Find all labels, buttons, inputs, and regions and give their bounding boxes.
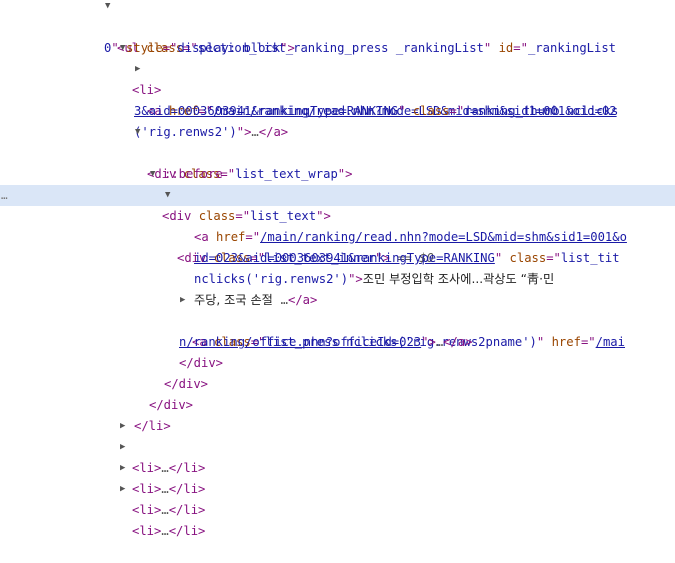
collapsed-arrow-icon[interactable]: ▶ <box>135 59 140 80</box>
dom-node-a-list-tit[interactable]: <a href="/main/ranking/read.nhn?mode=LSD… <box>0 206 675 244</box>
node-text: <li>…</li> <box>132 500 205 521</box>
tag-text: <li> <box>132 524 162 538</box>
dom-node-li-open[interactable]: ▼ <li> <box>0 38 675 97</box>
tag-text: </li> <box>168 524 206 538</box>
expanded-arrow-icon[interactable]: ▼ <box>120 38 125 59</box>
dom-node-ul-open[interactable]: ▼ <ul class="section_list_ranking_press … <box>0 0 675 55</box>
ellipsis: … <box>161 524 169 538</box>
dom-node-li-collapsed[interactable]: ▶ <li>…</li> <box>0 479 675 538</box>
dom-node-li-collapsed[interactable]: ▶ <li>…</li> <box>0 458 675 517</box>
collapsed-arrow-icon[interactable]: ▶ <box>120 416 125 437</box>
expanded-arrow-icon[interactable]: ▼ <box>135 122 140 143</box>
dom-node-li-collapsed[interactable]: ▶ <li>…</li> <box>0 437 675 496</box>
dom-node-a-list-tit-cont3: 주당, 조국 손절 …</a> <box>0 269 675 307</box>
collapsed-arrow-icon[interactable]: ▶ <box>120 437 125 458</box>
elements-dom-tree: ▼ <ul class="section_list_ranking_press … <box>0 0 675 538</box>
ellipsis: … <box>161 503 169 517</box>
expanded-arrow-icon[interactable]: ▼ <box>150 164 155 185</box>
dom-node-div-list-text[interactable]: ▼ <div class="list_text"> <box>0 164 675 223</box>
dom-node-div-list-text-inner-selected[interactable]: … ▼ <div class="list_text_inner"> == $0 <box>0 185 675 265</box>
dom-node-a-list-tit-cont2: nclicks('rig.renws2')">조민 부정입학 조사에...곽상도… <box>0 248 675 286</box>
expanded-arrow-icon[interactable]: ▼ <box>105 0 110 17</box>
tag-text: <li> <box>132 503 162 517</box>
collapsed-arrow-icon[interactable]: ▶ <box>120 458 125 479</box>
dom-node-a-thumb-cont2: ('rig.renws2')">…</a> <box>0 101 675 139</box>
dom-node-div-close-wrap[interactable]: </div> <box>0 374 675 412</box>
more-options-icon[interactable]: … <box>1 185 8 206</box>
expanded-arrow-icon[interactable]: ▼ <box>165 185 170 206</box>
dom-node-li-collapsed[interactable]: ▶ <li>…</li> <box>0 416 675 475</box>
dom-node-pseudo-before[interactable]: ::before <box>0 143 675 181</box>
dom-node-a-thumb-cont: 3&aid=0003603941&rankingType=RANKING" cl… <box>0 80 675 118</box>
dom-node-div-close-inner[interactable]: </div> <box>0 332 675 370</box>
dom-node-a-list-press[interactable]: ▶ <a class="list_press nclicks('rig.renw… <box>0 290 675 349</box>
tag-text: </li> <box>168 503 206 517</box>
dom-node-div-close-list-text[interactable]: </div> <box>0 353 675 391</box>
dom-node-a-thumb[interactable]: ▶ <a href="/main/ranking/read.nhn?mode=L… <box>0 59 675 118</box>
dom-node-ul-attrs: 0" style="display: block"> <box>0 17 675 55</box>
dom-node-a-list-press-cont: n/ranking/office.nhn?officeId=023">…</a> <box>0 311 675 349</box>
collapsed-arrow-icon[interactable]: ▶ <box>180 290 185 311</box>
dom-node-li-close[interactable]: </li> <box>0 395 675 433</box>
dom-node-a-list-tit-cont: id=023&aid=0003603941&rankingType=RANKIN… <box>0 227 675 265</box>
dom-node-div-list-text-wrap[interactable]: ▼ <div class="list_text_wrap"> <box>0 122 675 181</box>
collapsed-arrow-icon[interactable]: ▶ <box>120 479 125 500</box>
node-text: <li>…</li> <box>132 521 205 542</box>
